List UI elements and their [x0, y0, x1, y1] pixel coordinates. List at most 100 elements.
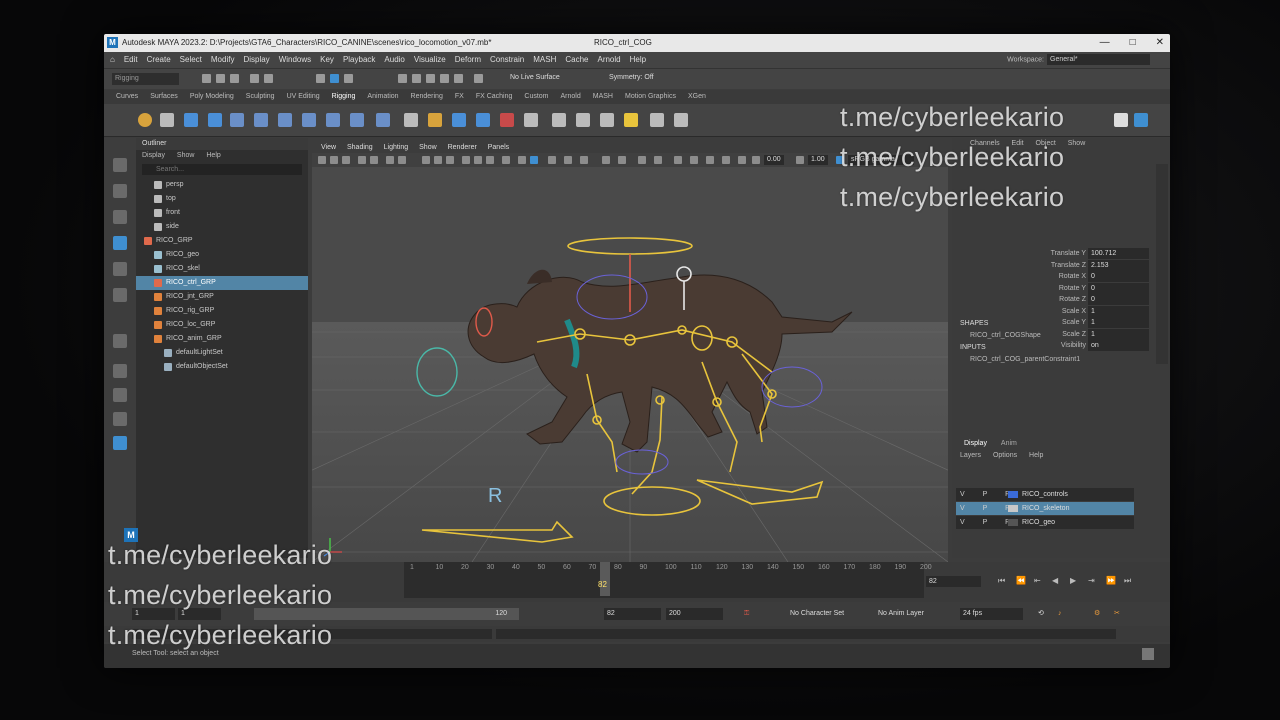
shelf-tab-fx[interactable]: FX: [455, 90, 464, 104]
menu-select[interactable]: Select: [180, 52, 202, 68]
outliner-item[interactable]: RICO_anim_GRP: [136, 332, 308, 346]
make-live-icon[interactable]: [474, 74, 483, 83]
last-tool-icon[interactable]: [113, 334, 127, 348]
workspace-dropdown[interactable]: General*: [1047, 54, 1150, 65]
play-forwards-button[interactable]: ▶: [1070, 576, 1076, 585]
move-tool-icon[interactable]: [113, 236, 127, 250]
outliner-item[interactable]: RICO_skel: [136, 262, 308, 276]
input-node[interactable]: RICO_ctrl_COG_parentConstraint1: [970, 356, 1080, 363]
channel-row[interactable]: Translate Z 2.153: [952, 259, 1170, 271]
pole-vector-icon[interactable]: [500, 113, 514, 127]
shelf-tab-sculpting[interactable]: Sculpting: [246, 90, 275, 104]
channel-value[interactable]: 0: [1088, 294, 1149, 305]
parent-constraint-icon[interactable]: [376, 113, 390, 127]
menu-playback[interactable]: Playback: [343, 52, 375, 68]
outliner-menu-display[interactable]: Display: [142, 152, 165, 159]
snap-view-icon[interactable]: [440, 74, 449, 83]
symmetry-dropdown[interactable]: Symmetry: Off: [609, 74, 654, 81]
channel-value[interactable]: on: [1088, 340, 1149, 351]
shelf-tab-arnold[interactable]: Arnold: [561, 90, 581, 104]
outliner-layout-icon[interactable]: [113, 412, 127, 426]
live-surface-label[interactable]: No Live Surface: [510, 74, 560, 81]
outliner-item[interactable]: persp: [136, 178, 308, 192]
step-forward-key-button[interactable]: ⏩: [1106, 576, 1116, 585]
channel-box-side-tab[interactable]: [1156, 164, 1168, 364]
snap-curve-icon[interactable]: [412, 74, 421, 83]
component-editor-icon[interactable]: [650, 113, 664, 127]
aim-constraint-icon[interactable]: [476, 113, 490, 127]
current-time-marker[interactable]: 82: [598, 562, 610, 596]
loop-icon[interactable]: ⟲: [1038, 608, 1044, 620]
menu-display[interactable]: Display: [243, 52, 269, 68]
maximize-button[interactable]: □: [1130, 34, 1136, 52]
layer-menu-options[interactable]: Options: [993, 452, 1017, 459]
current-frame-field[interactable]: 82: [926, 576, 981, 587]
menu-arnold[interactable]: Arnold: [597, 52, 620, 68]
outliner-item[interactable]: RICO_loc_GRP: [136, 318, 308, 332]
menu-visualize[interactable]: Visualize: [414, 52, 446, 68]
snap-surface-icon[interactable]: [454, 74, 463, 83]
outliner-item[interactable]: top: [136, 192, 308, 206]
channel-row[interactable]: Rotate X0: [952, 271, 1170, 282]
play-backwards-button[interactable]: ◀: [1052, 576, 1058, 585]
step-back-key-button[interactable]: ⏪: [1016, 576, 1026, 585]
range-end-field[interactable]: 200: [666, 608, 723, 620]
ik-handle-icon[interactable]: [160, 113, 174, 127]
outliner-item[interactable]: front: [136, 206, 308, 220]
shelf-tab-rigging[interactable]: Rigging: [332, 90, 356, 104]
graph-layout-icon[interactable]: [113, 436, 127, 450]
orient-joint-icon[interactable]: [326, 113, 340, 127]
select-component-icon[interactable]: [344, 74, 353, 83]
shelf-tab-custom[interactable]: Custom: [524, 90, 548, 104]
select-object-icon[interactable]: [330, 74, 339, 83]
display-layer-row[interactable]: V P R RICO_controls: [956, 488, 1134, 501]
hik-icon[interactable]: [524, 113, 538, 127]
undo-icon[interactable]: [250, 74, 259, 83]
rotate-tool-icon[interactable]: [113, 262, 127, 276]
shape-node[interactable]: RICO_ctrl_COGShape: [970, 332, 1041, 339]
set-driven-key-icon[interactable]: [624, 113, 638, 127]
menu-edit[interactable]: Edit: [124, 52, 138, 68]
mirror-joint-icon[interactable]: [302, 113, 316, 127]
shelf-tab-uv-editing[interactable]: UV Editing: [287, 90, 320, 104]
channel-menu-show[interactable]: Show: [1068, 140, 1086, 147]
outliner-item[interactable]: defaultLightSet: [136, 346, 308, 360]
shelf-tab-animation[interactable]: Animation: [367, 90, 398, 104]
layer-color-swatch[interactable]: [1008, 491, 1018, 498]
shelf-tab-rendering[interactable]: Rendering: [411, 90, 443, 104]
paint-select-icon[interactable]: [113, 210, 127, 224]
snap-point-icon[interactable]: [426, 74, 435, 83]
save-scene-icon[interactable]: [230, 74, 239, 83]
menu-help[interactable]: Help: [630, 52, 646, 68]
outliner-menu-show[interactable]: Show: [177, 152, 195, 159]
display-layer-row[interactable]: V P R RICO_skeleton: [956, 502, 1134, 515]
step-forward-frame-button[interactable]: ⇥: [1088, 576, 1095, 585]
sound-icon[interactable]: ♪: [1058, 608, 1062, 620]
outliner-menu-help[interactable]: Help: [206, 152, 220, 159]
orient-constraint-icon[interactable]: [428, 113, 442, 127]
channel-value[interactable]: 1: [1088, 305, 1149, 317]
paint-weights-icon[interactable]: [278, 113, 292, 127]
lattice-icon[interactable]: [230, 113, 244, 127]
script-editor-icon[interactable]: [1142, 648, 1154, 660]
open-scene-icon[interactable]: [216, 74, 225, 83]
menuset-dropdown[interactable]: Rigging: [112, 73, 179, 85]
single-view-icon[interactable]: [113, 364, 127, 378]
new-scene-icon[interactable]: [202, 74, 211, 83]
menu-cache[interactable]: Cache: [565, 52, 588, 68]
outliner-search-input[interactable]: Search...: [142, 164, 302, 175]
layer-tab-anim[interactable]: Anim: [1001, 440, 1017, 447]
shelf-tab-curves[interactable]: Curves: [116, 90, 138, 104]
menu-create[interactable]: Create: [147, 52, 171, 68]
layer-menu-layers[interactable]: Layers: [960, 452, 981, 459]
redo-icon[interactable]: [264, 74, 273, 83]
menu-modify[interactable]: Modify: [211, 52, 235, 68]
auto-key-icon[interactable]: ⚿: [744, 608, 749, 620]
channel-value[interactable]: 1: [1088, 328, 1149, 340]
keying-icon[interactable]: ✂: [1114, 608, 1120, 620]
layer-tab-display[interactable]: Display: [964, 440, 987, 447]
menu-audio[interactable]: Audio: [384, 52, 404, 68]
go-to-end-button[interactable]: ⏭: [1124, 576, 1131, 586]
channel-row[interactable]: Scale X1: [952, 305, 1170, 317]
node-editor-icon[interactable]: [674, 113, 688, 127]
